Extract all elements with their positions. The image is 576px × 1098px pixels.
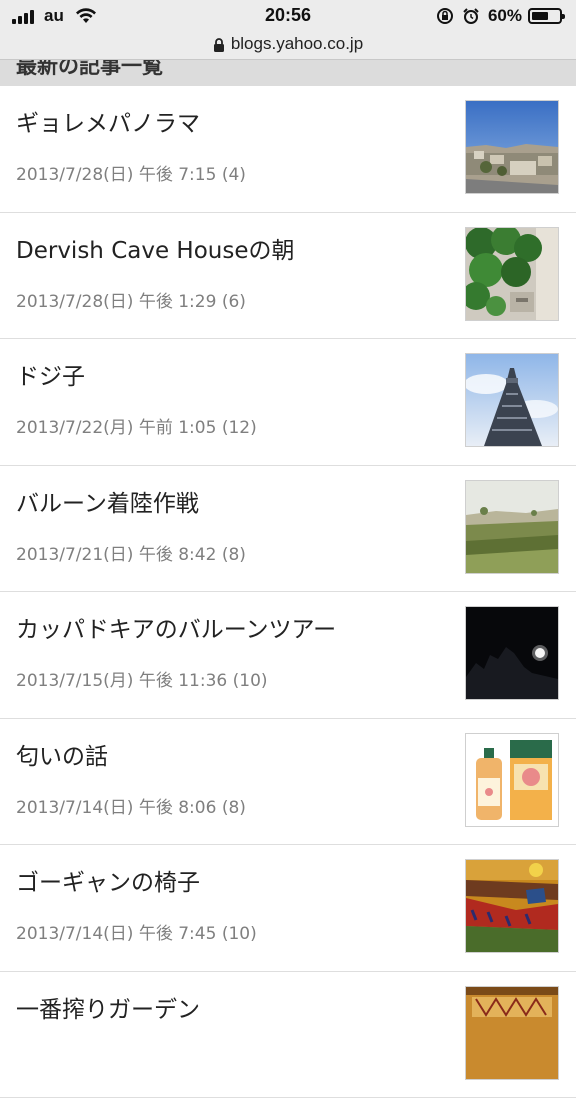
article-title[interactable]: バルーン着陸作戦 — [16, 484, 199, 518]
article-item[interactable]: バルーン着陸作戦 2013/7/21(日) 午後 8:42 (8) — [0, 466, 576, 593]
article-thumbnail[interactable] — [465, 353, 559, 447]
article-thumbnail[interactable] — [465, 606, 559, 700]
article-title[interactable]: 一番搾りガーデン — [16, 990, 200, 1024]
article-item[interactable]: Dervish Cave Houseの朝 2013/7/28(日) 午後 1:2… — [0, 213, 576, 340]
article-thumbnail[interactable] — [465, 480, 559, 574]
article-meta: 2013/7/28(日) 午後 7:15 (4) — [16, 160, 246, 185]
article-item[interactable]: ドジ子 2013/7/22(月) 午前 1:05 (12) — [0, 339, 576, 466]
cappadocia-town-image — [466, 101, 558, 193]
article-meta: 2013/7/22(月) 午前 1:05 (12) — [16, 413, 257, 438]
article-title[interactable]: カッパドキアのバルーンツアー — [16, 610, 336, 644]
article-item[interactable]: ギョレメパノラマ 2013/7/28(日) 午後 7:15 (4) — [0, 86, 576, 213]
section-header: 最新の記事一覧 — [0, 60, 576, 86]
article-item[interactable]: カッパドキアのバルーンツアー 2013/7/15(月) 午後 11:36 (10… — [0, 592, 576, 719]
battery-level-fill — [532, 12, 548, 20]
section-title: 最新の記事一覧 — [16, 60, 163, 80]
url-text: blogs.yahoo.co.jp — [231, 34, 363, 54]
url-bar[interactable]: blogs.yahoo.co.jp — [0, 32, 576, 60]
article-meta: 2013/7/15(月) 午後 11:36 (10) — [16, 666, 268, 691]
article-meta: 2013/7/14(日) 午後 8:06 (8) — [16, 793, 246, 818]
article-title[interactable]: 匂いの話 — [16, 737, 108, 771]
battery-icon — [528, 8, 562, 24]
article-thumbnail[interactable] — [465, 227, 559, 321]
article-thumbnail[interactable] — [465, 733, 559, 827]
garden-sign-image — [466, 987, 558, 1079]
balloon-field-image — [466, 481, 558, 573]
article-list: ギョレメパノラマ 2013/7/28(日) 午後 7:15 (4) Dervis… — [0, 86, 576, 1098]
sky-tower-image — [466, 354, 558, 446]
bath-products-image — [466, 734, 558, 826]
red-vineyard-painting-image — [466, 860, 558, 952]
article-item[interactable]: 一番搾りガーデン — [0, 972, 576, 1098]
article-thumbnail[interactable] — [465, 859, 559, 953]
lock-icon — [213, 38, 225, 52]
ivy-wall-image — [466, 228, 558, 320]
article-title[interactable]: ゴーギャンの椅子 — [16, 863, 200, 897]
article-meta: 2013/7/28(日) 午後 1:29 (6) — [16, 287, 246, 312]
article-item[interactable]: ゴーギャンの椅子 2013/7/14(日) 午後 7:45 (10) — [0, 845, 576, 972]
article-title[interactable]: ギョレメパノラマ — [16, 104, 200, 138]
article-thumbnail[interactable] — [465, 100, 559, 194]
article-meta: 2013/7/14(日) 午後 7:45 (10) — [16, 919, 257, 944]
battery-percentage: 60% — [488, 6, 522, 26]
article-title[interactable]: Dervish Cave Houseの朝 — [16, 231, 295, 265]
orientation-lock-icon — [436, 7, 454, 25]
article-item[interactable]: 匂いの話 2013/7/14(日) 午後 8:06 (8) — [0, 719, 576, 846]
alarm-icon — [462, 7, 480, 25]
status-right: 60% — [436, 6, 562, 26]
night-moon-image — [466, 607, 558, 699]
article-title[interactable]: ドジ子 — [16, 357, 85, 391]
status-bar: au 20:56 60% — [0, 0, 576, 32]
article-thumbnail[interactable] — [465, 986, 559, 1080]
article-meta: 2013/7/21(日) 午後 8:42 (8) — [16, 540, 246, 565]
